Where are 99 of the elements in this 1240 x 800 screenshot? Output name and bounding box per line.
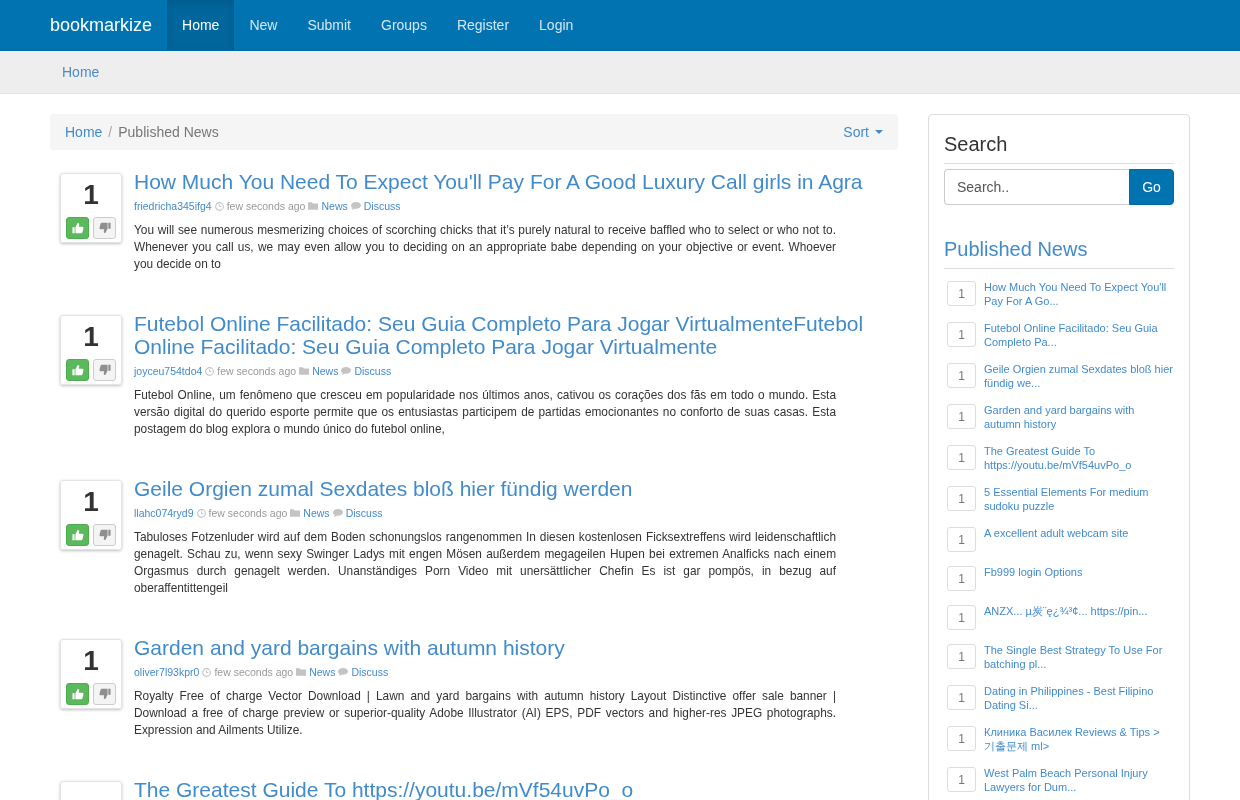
- clock-icon: [214, 201, 224, 211]
- search-field[interactable]: Search..: [944, 169, 1129, 205]
- sort-dropdown[interactable]: Sort: [843, 124, 883, 140]
- thumbs-up-icon: [71, 222, 84, 234]
- nav-tab[interactable]: Login: [524, 0, 589, 50]
- downvote-button[interactable]: [93, 217, 116, 239]
- post-title[interactable]: Futebol Online Facilitado: Seu Guia Completo Para Jogar VirtualmenteFutebol Online Facilitado: Seu Guia Completo Para Jogar Virtualmente: [134, 312, 898, 358]
- vote-count-badge: 1: [947, 445, 976, 470]
- nav-tab[interactable]: Submit: [292, 0, 366, 50]
- published-news-heading[interactable]: Published News: [944, 235, 1174, 269]
- search-heading: Search: [944, 130, 1174, 164]
- comment-icon: [350, 202, 361, 210]
- downvote-button[interactable]: [93, 524, 116, 546]
- thumbs-down-icon: [98, 222, 111, 234]
- downvote-button[interactable]: [93, 683, 116, 705]
- vote-count-badge: 1: [947, 527, 976, 552]
- published-post-link[interactable]: A excellent adult webcam site: [984, 527, 1174, 541]
- thumbs-down-icon: [98, 364, 111, 376]
- breadcrumb-separator: /: [107, 124, 114, 140]
- discuss-link[interactable]: Discuss: [345, 506, 383, 520]
- discuss-link[interactable]: Discuss: [363, 199, 401, 213]
- vote-count-badge: 1: [947, 322, 976, 347]
- published-post-link[interactable]: 5 Essential Elements For medium sudoku puzzle: [984, 486, 1174, 513]
- published-post-link[interactable]: Geile Orgien zumal Sexdates bloß hier fündig we...: [984, 363, 1174, 390]
- brand-link[interactable]: bookmarkize: [50, 0, 168, 50]
- published-post-link[interactable]: How Much You Need To Expect You'll Pay For A Go...: [984, 281, 1174, 308]
- upvote-button[interactable]: [66, 524, 89, 546]
- upvote-button[interactable]: [66, 217, 89, 239]
- published-post-link[interactable]: The Greatest Guide To https://youtu.be/mVf54uvPo_o: [984, 445, 1174, 472]
- discuss-link[interactable]: Discuss: [351, 665, 389, 679]
- post-excerpt: You will see numerous mesmerizing choices of scorching chicks that it’s purely natural to receive baffled who to select or who not to. Whenever you call us, we may even allow you to deciding on an appropriate babe depending on your objective or event. Whoever you decide on to: [134, 222, 836, 273]
- vote-count-badge: 1: [947, 644, 976, 669]
- published-post-link[interactable]: ANZX... µ炭¨ȩ¿¾³¢... https://pin...: [984, 605, 1174, 619]
- nav-tab[interactable]: New: [234, 0, 293, 50]
- published-post-link[interactable]: West Palm Beach Personal Injury Lawyers for Dum...: [984, 767, 1174, 794]
- category-link[interactable]: News: [312, 364, 339, 378]
- author-link[interactable]: llahc074ryd9: [134, 506, 194, 520]
- vote-count-badge: 1: [947, 486, 976, 511]
- upvote-button[interactable]: [66, 359, 89, 381]
- thumbs-down-icon: [98, 688, 111, 700]
- category-link[interactable]: News: [303, 506, 330, 520]
- post-time: few seconds ago: [214, 665, 294, 679]
- published-post-link[interactable]: Клиника Василек Reviews & Tips > 기출문제 ml>: [984, 726, 1174, 753]
- vote-count-badge: 1: [947, 726, 976, 751]
- vote-count-badge: 1: [947, 363, 976, 388]
- clock-icon: [196, 508, 206, 518]
- thumbs-up-icon: [71, 688, 84, 700]
- author-link[interactable]: oliver7l93kpr0: [134, 665, 200, 679]
- breadcrumb-link[interactable]: Home: [65, 124, 103, 140]
- post-excerpt: Tabuloses Fotzenluder wird auf dem Boden schonungslos rangenommen In diesen kostenlosen Ficksextreffens wird leidenschaftlich genagelt. Schau zu, wenn sexy Swinger Ladys mit engen Mösen außerdem megageilen Hupen bei extremen Analficks nach einem Orgasmus durch genagelt werden. Unanständiges Porn Video mit unersättlicher Chefin Es ist gar pompös, in bezug auf oberaffentittengeil: [134, 529, 836, 597]
- vote-count: 1: [83, 320, 99, 354]
- go-button[interactable]: Go: [1129, 169, 1174, 205]
- folder-icon: [296, 668, 307, 676]
- post-excerpt: Royalty Free of charge Vector Download | Lawn and yard bargains with autumn history Layout Distinctive offer sale banner | Download a free of charge preview or superior-quality Adobe Illustrator (AI) EPS, PDF vectors and higher-res JPEG photographs. Expression and Ailments Utilize.: [134, 688, 836, 739]
- post-time: few seconds ago: [208, 506, 288, 520]
- post-time: few seconds ago: [217, 364, 297, 378]
- vote-count-badge: 1: [947, 281, 976, 306]
- discuss-link[interactable]: Discuss: [354, 364, 392, 378]
- vote-count: 1: [83, 178, 99, 212]
- clock-icon: [205, 366, 215, 376]
- thumbs-down-icon: [98, 529, 111, 541]
- published-post-link[interactable]: Futebol Online Facilitado: Seu Guia Completo Pa...: [984, 322, 1174, 349]
- vote-count-badge: 1: [947, 605, 976, 630]
- vote-count: 1: [83, 644, 99, 678]
- folder-icon: [308, 202, 319, 210]
- post-title[interactable]: How Much You Need To Expect You'll Pay For A Good Luxury Call girls in Agra: [134, 170, 898, 193]
- comment-icon: [338, 668, 349, 676]
- post-excerpt: Futebol Online, um fenômeno que cresceu em popularidade nos últimos anos, cativou os corações dos fãs em todo o mundo. Esta versão digital do querido esporte permite que os entusiastas participem de partidas emocionantes no conforto de suas casas. Esta postagem do blog explora o mundo único do futebol online,: [134, 387, 836, 438]
- downvote-button[interactable]: [93, 359, 116, 381]
- thumbs-up-icon: [71, 364, 84, 376]
- vote-count-badge: 1: [947, 685, 976, 710]
- vote-count-badge: 1: [947, 566, 976, 591]
- folder-icon: [299, 367, 310, 375]
- comment-icon: [332, 509, 343, 517]
- nav-tab[interactable]: Groups: [366, 0, 442, 50]
- breadcrumb-current: Published News: [118, 124, 219, 140]
- published-post-link[interactable]: Fb999 login Options: [984, 566, 1174, 580]
- vote-count-badge: 1: [947, 404, 976, 429]
- author-link[interactable]: joyceu754tdo4: [134, 364, 203, 378]
- vote-count-badge: 1: [947, 767, 976, 792]
- category-link[interactable]: News: [321, 199, 348, 213]
- category-link[interactable]: News: [309, 665, 336, 679]
- comment-icon: [341, 367, 352, 375]
- thumbs-up-icon: [71, 529, 84, 541]
- home-link[interactable]: Home: [62, 64, 100, 80]
- published-post-link[interactable]: The Single Best Strategy To Use For batching pl...: [984, 644, 1174, 671]
- post-time: few seconds ago: [226, 199, 306, 213]
- post-title[interactable]: Geile Orgien zumal Sexdates bloß hier fündig werden: [134, 477, 898, 500]
- published-post-link[interactable]: Dating in Philippines - Best Filipino Dating Si...: [984, 685, 1174, 712]
- caret-icon: [875, 130, 883, 134]
- upvote-button[interactable]: [66, 683, 89, 705]
- nav-tab[interactable]: Home: [167, 0, 235, 50]
- clock-icon: [202, 667, 212, 677]
- published-post-link[interactable]: Garden and yard bargains with autumn history: [984, 404, 1174, 431]
- nav-tab[interactable]: Register: [441, 0, 525, 50]
- folder-icon: [290, 509, 301, 517]
- post-title[interactable]: Garden and yard bargains with autumn history: [134, 636, 898, 659]
- vote-count: 1: [83, 485, 99, 519]
- author-link[interactable]: friedricha345ifg4: [134, 199, 212, 213]
